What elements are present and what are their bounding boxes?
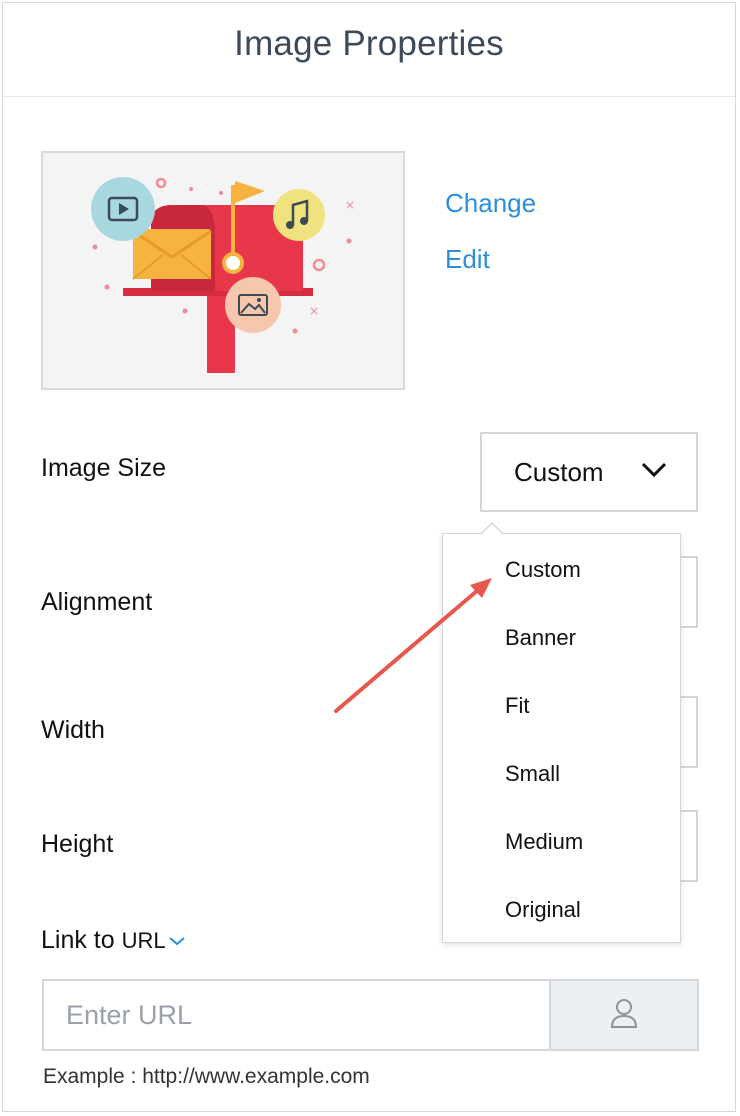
size-option-small[interactable]: Small xyxy=(505,761,560,787)
size-option-banner[interactable]: Banner xyxy=(505,625,576,651)
url-input[interactable] xyxy=(44,981,551,1049)
size-option-custom[interactable]: Custom xyxy=(505,557,581,583)
edit-image-link[interactable]: Edit xyxy=(445,244,490,275)
image-size-value: Custom xyxy=(514,456,604,487)
width-label: Width xyxy=(41,716,105,744)
size-option-original[interactable]: Original xyxy=(505,897,581,923)
mailbox-illustration: × × xyxy=(43,153,403,388)
image-thumbnail: × × xyxy=(41,151,405,390)
url-example-hint: Example : http://www.example.com xyxy=(43,1065,370,1088)
panel-header: Image Properties xyxy=(3,3,735,97)
link-type-value: URL xyxy=(121,928,166,953)
change-image-link[interactable]: Change xyxy=(445,188,536,219)
user-icon xyxy=(609,997,639,1034)
image-size-label: Image Size xyxy=(41,454,167,482)
image-size-select[interactable]: Custom xyxy=(480,432,698,512)
svg-text:×: × xyxy=(309,304,319,318)
image-size-dropdown: Custom Banner Fit Small Medium Original xyxy=(442,522,681,943)
chevron-down-icon xyxy=(640,461,668,484)
size-option-fit[interactable]: Fit xyxy=(505,693,529,719)
link-type-selector[interactable]: URL xyxy=(122,928,186,953)
url-input-group xyxy=(42,979,699,1051)
svg-text:×: × xyxy=(345,198,355,212)
chevron-down-icon xyxy=(168,927,186,953)
panel-title: Image Properties xyxy=(234,23,504,63)
size-option-medium[interactable]: Medium xyxy=(505,829,583,855)
link-to-label: Link to URL xyxy=(41,926,186,955)
link-to-text: Link to xyxy=(41,926,115,954)
alignment-label: Alignment xyxy=(41,588,153,616)
height-label: Height xyxy=(41,830,114,858)
contact-lookup-button[interactable] xyxy=(551,981,697,1049)
